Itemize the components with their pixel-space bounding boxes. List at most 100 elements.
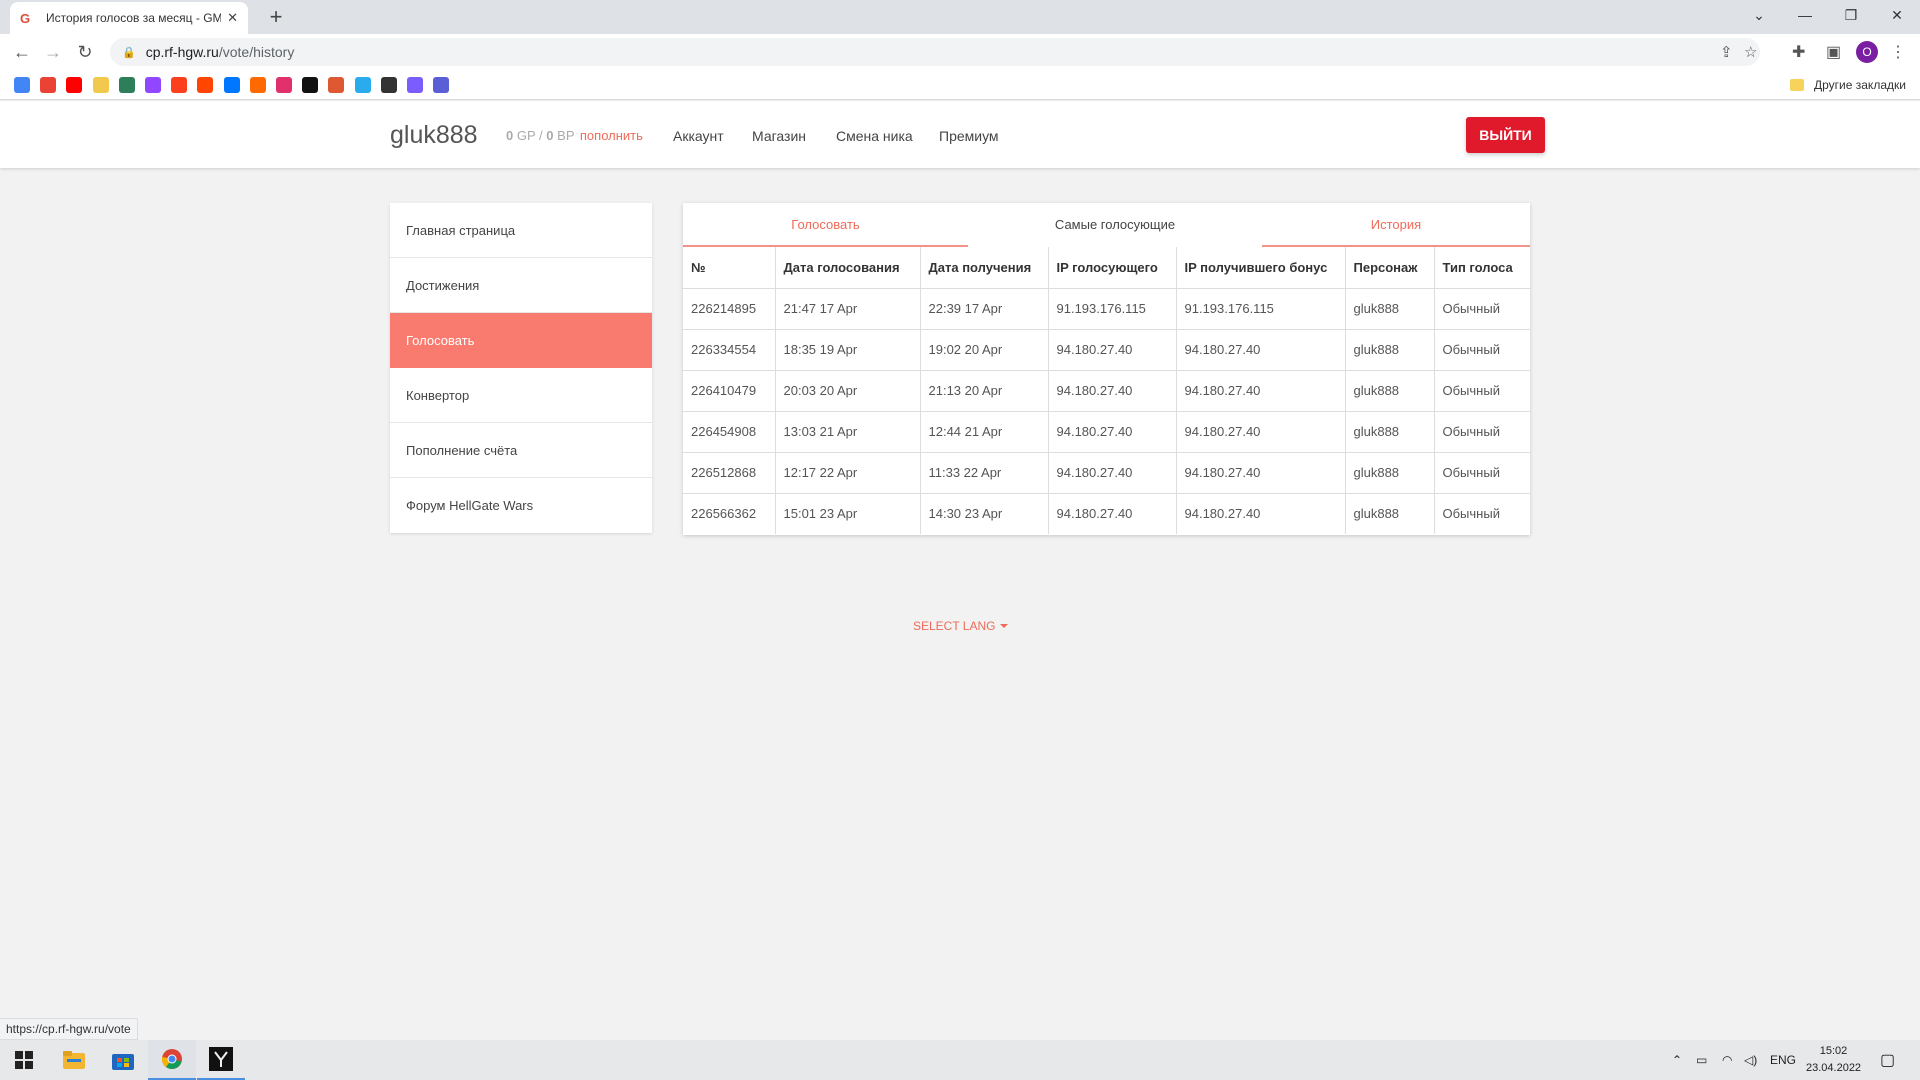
table-cell: gluk888 [1345,370,1435,412]
table-cell: 11:33 22 Apr [920,452,1049,494]
bp-value: 0 [546,128,554,143]
tab-search-icon[interactable]: ⌄ [1736,0,1782,30]
bookmark-icon[interactable] [354,77,371,93]
menu-icon[interactable]: ⋮ [1890,42,1906,62]
bookmark-icon[interactable] [118,77,135,93]
table-cell: 226512868 [683,452,776,494]
notifications-icon[interactable]: ▢ [1880,1040,1895,1080]
table-cell: gluk888 [1345,288,1435,330]
bookmark-icon[interactable] [302,77,319,93]
bookmark-star-icon[interactable]: ☆ [1744,43,1757,61]
table-cell: Обычный [1434,288,1530,330]
clock[interactable]: 15:02 23.04.2022 [1806,1043,1861,1077]
tab-history[interactable]: История [1262,203,1530,247]
sidebar-item-forum[interactable]: Форум HellGate Wars [390,478,652,533]
column-header: Дата получения [920,247,1049,289]
table-cell: 91.193.176.115 [1048,288,1177,330]
table-row: 226512868 12:17 22 Apr 11:33 22 Apr 94.180.… [683,452,1530,494]
column-header: Тип голоса [1434,247,1530,289]
bookmark-icon[interactable] [197,77,214,93]
bookmark-icon[interactable] [145,77,161,93]
table-row: 226566362 15:01 23 Apr 14:30 23 Apr 94.180.… [683,493,1530,534]
bookmark-icon[interactable] [14,77,30,93]
file-explorer-icon[interactable] [50,1040,98,1080]
bp-unit: BP [557,128,575,143]
table-cell: 94.180.27.40 [1176,411,1346,453]
table-cell: 226214895 [683,288,776,330]
bookmark-icon[interactable] [92,77,109,93]
minimize-icon[interactable]: — [1782,0,1828,30]
battery-icon[interactable]: ▭ [1696,1040,1707,1080]
username-brand[interactable]: gluk888 [390,121,478,150]
table-cell: Обычный [1434,452,1530,494]
table-cell: gluk888 [1345,493,1435,534]
profile-avatar[interactable]: O [1856,41,1878,63]
table-cell: Обычный [1434,370,1530,412]
other-bookmarks[interactable]: Другие закладки [1790,70,1906,100]
bookmark-icon[interactable] [407,77,423,93]
windows-start-icon[interactable] [0,1040,48,1080]
volume-icon[interactable]: ◁) [1744,1040,1757,1080]
table-cell: 94.180.27.40 [1048,493,1177,534]
input-language[interactable]: ENG [1770,1040,1796,1080]
tray-chevron-icon[interactable]: ⌃ [1672,1040,1682,1080]
table-cell: 21:47 17 Apr [775,288,921,330]
tab-vote[interactable]: Голосовать [683,203,968,247]
tab-top-voters[interactable]: Самые голосующие [968,203,1262,247]
logout-button[interactable]: ВЫЙТИ [1466,117,1545,153]
table-row: 226410479 20:03 20 Apr 21:13 20 Apr 94.180.… [683,370,1530,412]
bookmark-icon[interactable] [66,77,83,93]
app-icon[interactable] [197,1040,245,1080]
clock-time: 15:02 [1819,1045,1848,1057]
sidebar-item-achievements[interactable]: Достижения [390,258,652,313]
table-cell: Обычный [1434,411,1530,453]
back-icon[interactable]: ← [7,34,37,70]
nav-shop[interactable]: Магазин [752,128,806,144]
address-bar[interactable]: 🔒 cp.rf-hgw.ru/vote/history ⇪ ☆ [110,38,1760,66]
nav-change-nick[interactable]: Смена ника [836,128,913,144]
bookmark-icon[interactable] [380,77,397,93]
table-cell: 13:03 21 Apr [775,411,921,453]
forward-icon[interactable]: → [38,34,68,70]
table-cell: gluk888 [1345,411,1435,453]
new-tab-icon[interactable]: + [262,4,290,30]
clock-date: 23.04.2022 [1806,1062,1862,1074]
nav-account[interactable]: Аккаунт [673,128,724,144]
share-icon[interactable]: ⇪ [1720,43,1733,61]
close-tab-icon[interactable]: ✕ [227,10,238,26]
table-cell: gluk888 [1345,452,1435,494]
table-cell: 15:01 23 Apr [775,493,921,534]
table-body: 226214895 21:47 17 Apr 22:39 17 Apr 91.193.… [683,288,1530,534]
taskbar [0,1040,1920,1080]
bookmark-icon[interactable] [249,77,266,93]
bookmark-icon[interactable] [433,77,450,93]
chrome-icon[interactable] [148,1040,196,1080]
bookmark-icon[interactable] [276,77,292,93]
reload-icon[interactable]: ↻ [70,34,100,70]
table-row: 226214895 21:47 17 Apr 22:39 17 Apr 91.193.… [683,288,1530,330]
side-panel-icon[interactable]: ▣ [1826,42,1841,62]
extensions-icon[interactable]: ✚ [1792,42,1805,62]
topup-link[interactable]: пополнить [580,128,643,143]
wifi-icon[interactable]: ◠ [1722,1040,1732,1080]
store-icon[interactable] [99,1040,147,1080]
sidebar-item-vote[interactable]: Голосовать [390,313,652,368]
close-window-icon[interactable]: ✕ [1874,0,1920,30]
table-cell: 226454908 [683,411,776,453]
table-cell: 12:17 22 Apr [775,452,921,494]
select-lang-dropdown[interactable]: SELECT LANG [913,619,1009,633]
restore-icon[interactable]: ❐ [1828,0,1874,30]
bookmark-icon[interactable] [40,77,57,93]
column-header: № [683,247,776,289]
balance: 0 GP / 0 BP пополнить [506,128,643,143]
bookmark-icon[interactable] [171,77,188,93]
status-bar: https://cp.rf-hgw.ru/vote [0,1018,138,1040]
bookmark-icon[interactable] [328,77,345,93]
sidebar-item-topup[interactable]: Пополнение счёта [390,423,652,478]
nav-premium[interactable]: Премиум [939,128,999,144]
table-cell: 226566362 [683,493,776,534]
sidebar-item-home[interactable]: Главная страница [390,203,652,258]
sidebar-item-converter[interactable]: Конвертор [390,368,652,423]
bookmark-icon[interactable] [223,77,240,93]
browser-tab[interactable]: G История голосов за месяц - GM ✕ [10,2,248,34]
